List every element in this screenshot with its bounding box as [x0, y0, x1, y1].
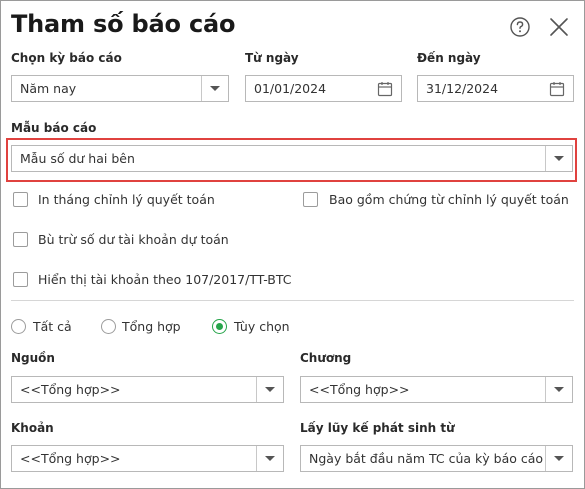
- mode-summary-label: Tổng hợp: [122, 319, 181, 334]
- source-value: <<Tổng hợp>>: [20, 382, 121, 397]
- offset-budget-label: Bù trừ số dư tài khoản dự toán: [38, 232, 229, 247]
- template-value: Mẫu số dư hai bên: [20, 151, 135, 166]
- period-select[interactable]: Năm nay: [11, 75, 229, 102]
- period-label: Chọn kỳ báo cáo: [11, 51, 122, 65]
- report-parameters-dialog: Tham số báo cáo Chọn kỳ báo cáo Năm nay …: [0, 0, 585, 489]
- help-icon[interactable]: [510, 17, 530, 37]
- mode-custom-label: Tùy chọn: [234, 319, 290, 334]
- include-adjust-docs-label: Bao gồm chứng từ chỉnh lý quyết toán: [329, 192, 569, 207]
- source-label: Nguồn: [11, 351, 55, 365]
- accumulate-from-value: Ngày bắt đầu năm TC của kỳ báo cáo: [309, 451, 544, 466]
- divider: [11, 300, 574, 301]
- template-label: Mẫu báo cáo: [11, 121, 97, 135]
- chevron-down-icon: [265, 387, 275, 392]
- to-date-label: Đến ngày: [417, 51, 481, 65]
- chapter-label: Chương: [300, 351, 352, 365]
- from-date-input[interactable]: 01/01/2024: [245, 75, 402, 102]
- template-dropdown-button[interactable]: [545, 146, 572, 171]
- accumulate-from-select[interactable]: Ngày bắt đầu năm TC của kỳ báo cáo: [300, 445, 573, 472]
- adjust-month-checkbox[interactable]: [13, 192, 28, 207]
- close-icon[interactable]: [549, 17, 569, 37]
- from-date-value: 01/01/2024: [254, 81, 327, 96]
- dialog-title: Tham số báo cáo: [11, 10, 236, 38]
- chevron-down-icon: [265, 456, 275, 461]
- include-adjust-docs-checkbox[interactable]: [303, 192, 318, 207]
- chapter-value: <<Tổng hợp>>: [309, 382, 410, 397]
- adjust-month-label: In tháng chỉnh lý quyết toán: [38, 192, 215, 207]
- accumulate-from-label: Lấy lũy kế phát sinh từ: [300, 421, 455, 435]
- item-value: <<Tổng hợp>>: [20, 451, 121, 466]
- period-value: Năm nay: [20, 81, 77, 96]
- to-date-value: 31/12/2024: [426, 81, 499, 96]
- offset-budget-checkbox[interactable]: [13, 232, 28, 247]
- mode-summary-radio[interactable]: [101, 319, 116, 334]
- period-dropdown-button[interactable]: [201, 76, 228, 101]
- accumulate-from-dropdown-button[interactable]: [545, 446, 572, 471]
- chevron-down-icon: [554, 456, 564, 461]
- template-select[interactable]: Mẫu số dư hai bên: [11, 145, 573, 172]
- to-date-input[interactable]: 31/12/2024: [417, 75, 574, 102]
- calendar-icon[interactable]: [549, 81, 565, 97]
- item-label: Khoản: [11, 421, 54, 435]
- mode-all-label: Tất cả: [33, 319, 72, 334]
- from-date-label: Từ ngày: [245, 51, 299, 65]
- chevron-down-icon: [210, 86, 220, 91]
- item-dropdown-button[interactable]: [256, 446, 283, 471]
- show-account-107-label: Hiển thị tài khoản theo 107/2017/TT-BTC: [38, 272, 292, 287]
- source-dropdown-button[interactable]: [256, 377, 283, 402]
- source-select[interactable]: <<Tổng hợp>>: [11, 376, 284, 403]
- mode-custom-radio[interactable]: [212, 319, 227, 334]
- show-account-107-checkbox[interactable]: [13, 272, 28, 287]
- item-select[interactable]: <<Tổng hợp>>: [11, 445, 284, 472]
- chevron-down-icon: [554, 387, 564, 392]
- chevron-down-icon: [554, 156, 564, 161]
- chapter-select[interactable]: <<Tổng hợp>>: [300, 376, 573, 403]
- calendar-icon[interactable]: [377, 81, 393, 97]
- mode-all-radio[interactable]: [11, 319, 26, 334]
- chapter-dropdown-button[interactable]: [545, 377, 572, 402]
